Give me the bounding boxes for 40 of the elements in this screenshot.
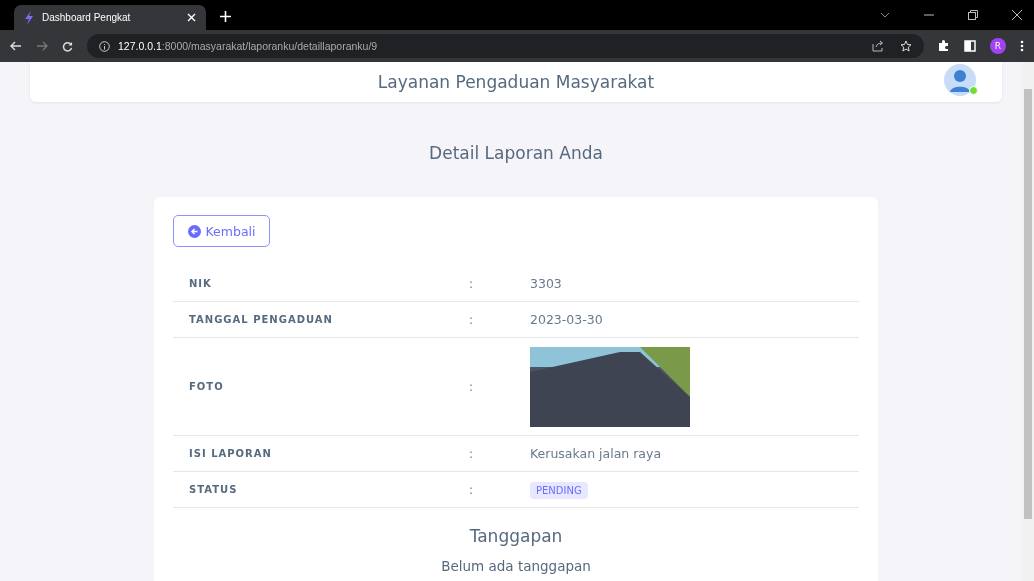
profile-avatar[interactable]: R bbox=[990, 38, 1006, 54]
status-badge: PENDING bbox=[530, 482, 588, 499]
user-avatar-icon[interactable] bbox=[944, 64, 978, 98]
field-label: NIK bbox=[188, 278, 213, 289]
chevron-down-icon[interactable] bbox=[880, 12, 890, 18]
field-label: ISI LAPORAN bbox=[188, 448, 273, 459]
field-value: 3303 bbox=[530, 276, 562, 291]
field-value: 2023-03-30 bbox=[530, 312, 603, 327]
reload-icon[interactable] bbox=[62, 40, 73, 52]
forward-arrow-icon[interactable] bbox=[36, 41, 48, 51]
kebab-menu-icon[interactable] bbox=[1020, 40, 1024, 52]
tab-title: Dashboard Pengkat bbox=[42, 12, 132, 23]
bolt-icon bbox=[24, 10, 34, 25]
browser-tab[interactable]: Dashboard Pengkat bbox=[14, 5, 206, 30]
close-icon[interactable] bbox=[1012, 10, 1022, 20]
field-label: STATUS bbox=[188, 484, 239, 495]
field-label: FOTO bbox=[188, 381, 225, 392]
response-message: Belum ada tanggapan bbox=[440, 558, 592, 574]
separator-colon: : bbox=[469, 312, 475, 327]
star-icon[interactable] bbox=[900, 40, 912, 52]
back-button[interactable]: Kembali bbox=[173, 215, 270, 247]
address-field[interactable]: 127.0.0.1:8000/masyarakat/laporanku/detaillaporanku/9 bbox=[87, 34, 924, 58]
plus-icon[interactable] bbox=[220, 11, 231, 22]
back-arrow-icon[interactable] bbox=[10, 41, 22, 51]
arrow-left-circle-icon bbox=[187, 224, 201, 238]
separator-colon: : bbox=[469, 446, 475, 461]
sidebar-icon[interactable] bbox=[964, 40, 976, 52]
separator-colon: : bbox=[469, 379, 475, 394]
info-icon bbox=[99, 40, 110, 52]
scrollbar[interactable] bbox=[1022, 62, 1034, 581]
field-value: Kerusakan jalan raya bbox=[530, 446, 662, 461]
field-label: TANGGAL PENGADUAN bbox=[188, 314, 334, 325]
separator-colon: : bbox=[469, 482, 475, 497]
puzzle-icon[interactable] bbox=[938, 40, 950, 52]
share-icon[interactable] bbox=[872, 40, 884, 52]
restore-icon[interactable] bbox=[968, 10, 978, 20]
separator-colon: : bbox=[469, 276, 475, 291]
app-title: Layanan Pengaduan Masyarakat bbox=[377, 72, 655, 92]
response-title: Tanggapan bbox=[468, 526, 564, 546]
page-title: Detail Laporan Anda bbox=[429, 143, 603, 163]
